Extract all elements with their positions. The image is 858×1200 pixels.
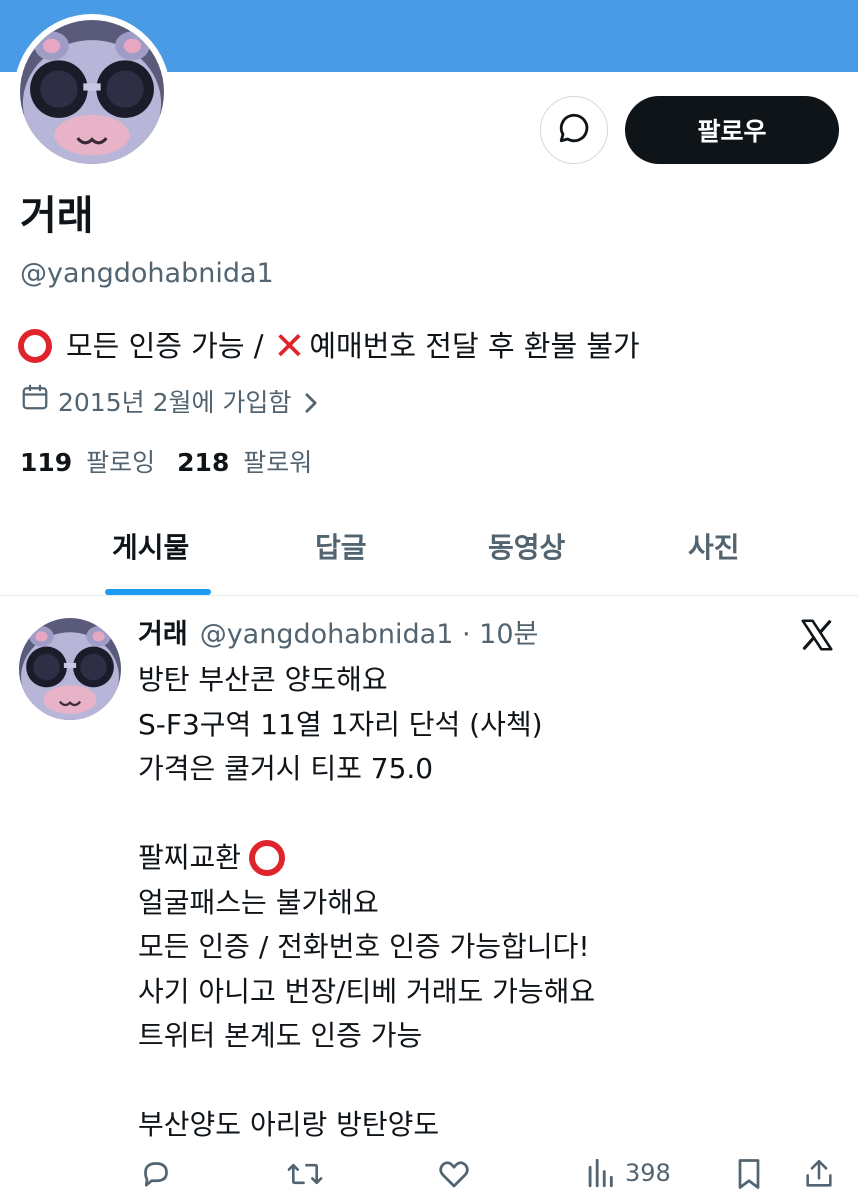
reply-button[interactable] xyxy=(138,1156,174,1198)
tweet-line: 가격은 쿨거시 티포 75.0 xyxy=(138,752,434,785)
profile-avatar[interactable] xyxy=(14,14,170,170)
like-button[interactable] xyxy=(436,1156,472,1198)
share-icon xyxy=(802,1156,836,1198)
profile-tabs: 게시물 답글 동영상 사진 xyxy=(0,510,858,596)
tab-videos[interactable]: 동영상 xyxy=(488,528,565,568)
tweet-line: S-F3구역 11열 1자리 단석 (사첵) xyxy=(138,707,543,741)
joined-date-row[interactable]: 2015년 2월에 가입함 xyxy=(20,382,327,423)
like-icon xyxy=(436,1156,472,1198)
tweet-header: 거래 @yangdohabnida1 · 10분 xyxy=(138,614,538,656)
red-circle-icon xyxy=(18,329,52,363)
bio-text-part1: 모든 인증 가능 / xyxy=(66,329,264,363)
profile-bio: 모든 인증 가능 / ✕ 예매번호 전달 후 환불 불가 xyxy=(18,324,640,368)
message-icon xyxy=(557,111,591,149)
calendar-icon xyxy=(20,382,58,423)
active-tab-indicator xyxy=(105,589,211,595)
views-icon xyxy=(585,1156,615,1190)
tweet-actions: 398 xyxy=(0,1150,858,1200)
follow-stats: 119 팔로잉 218 팔로워 xyxy=(20,444,312,482)
followers-label: 팔로워 xyxy=(243,448,313,477)
tweet-line: 모든 인증 / 전화번호 인증 가능합니다! xyxy=(138,930,590,963)
followers-link[interactable]: 218 팔로워 xyxy=(177,444,312,482)
tweet-avatar[interactable] xyxy=(19,618,121,720)
bio-text-part2: 예매번호 전달 후 환불 불가 xyxy=(309,329,640,363)
chevron-right-icon xyxy=(303,392,327,414)
tweet-text: 방탄 부산콘 양도해요 S-F3구역 11열 1자리 단석 (사첵) 가격은 쿨… xyxy=(138,658,595,1148)
views-count: 398 xyxy=(625,1159,671,1187)
reply-icon xyxy=(138,1156,174,1198)
follow-button-label: 팔로우 xyxy=(697,117,767,146)
share-button[interactable] xyxy=(802,1156,836,1198)
avatar-image xyxy=(20,20,164,164)
tab-posts[interactable]: 게시물 xyxy=(112,528,189,568)
bookmark-icon xyxy=(733,1156,765,1198)
following-count: 119 xyxy=(20,448,73,477)
follow-button[interactable]: 팔로우 xyxy=(625,96,839,164)
tweet-line: 방탄 부산콘 양도해요 xyxy=(138,663,388,696)
red-cross-icon: ✕ xyxy=(273,324,306,368)
profile-handle: @yangdohabnida1 xyxy=(20,258,274,289)
tweet-line: 트위터 본계도 인증 가능 xyxy=(138,1019,423,1052)
red-circle-icon xyxy=(249,840,286,877)
following-link[interactable]: 119 팔로잉 xyxy=(20,444,155,482)
tweet-author-name[interactable]: 거래 xyxy=(138,614,188,656)
tweet-line: 얼굴패스는 불가해요 xyxy=(138,885,379,919)
following-label: 팔로잉 xyxy=(86,448,156,477)
joined-date-text: 2015년 2월에 가입함 xyxy=(58,387,292,417)
x-logo-icon xyxy=(798,616,836,654)
profile-display-name: 거래 xyxy=(20,193,94,239)
tweet-line: 부산양도 아리랑 방탄양도 xyxy=(138,1108,440,1141)
bookmark-button[interactable] xyxy=(733,1156,765,1198)
tweet-line xyxy=(138,1059,595,1104)
retweet-button[interactable] xyxy=(286,1156,324,1198)
avatar-image xyxy=(19,618,121,720)
tweet-line xyxy=(138,792,595,837)
tweet-line: 팔찌교환 xyxy=(138,836,595,881)
tweet-line-text: 팔찌교환 xyxy=(138,841,242,874)
tab-photos[interactable]: 사진 xyxy=(688,528,740,568)
tab-replies[interactable]: 답글 xyxy=(315,528,367,568)
views-button[interactable]: 398 xyxy=(585,1156,671,1190)
tweet-handle-time[interactable]: @yangdohabnida1 · 10분 xyxy=(200,614,539,656)
retweet-icon xyxy=(286,1156,324,1198)
followers-count: 218 xyxy=(177,448,230,477)
message-button[interactable] xyxy=(540,96,608,164)
tweet-line: 사기 아니고 번장/티베 거래도 가능해요 xyxy=(138,974,596,1008)
